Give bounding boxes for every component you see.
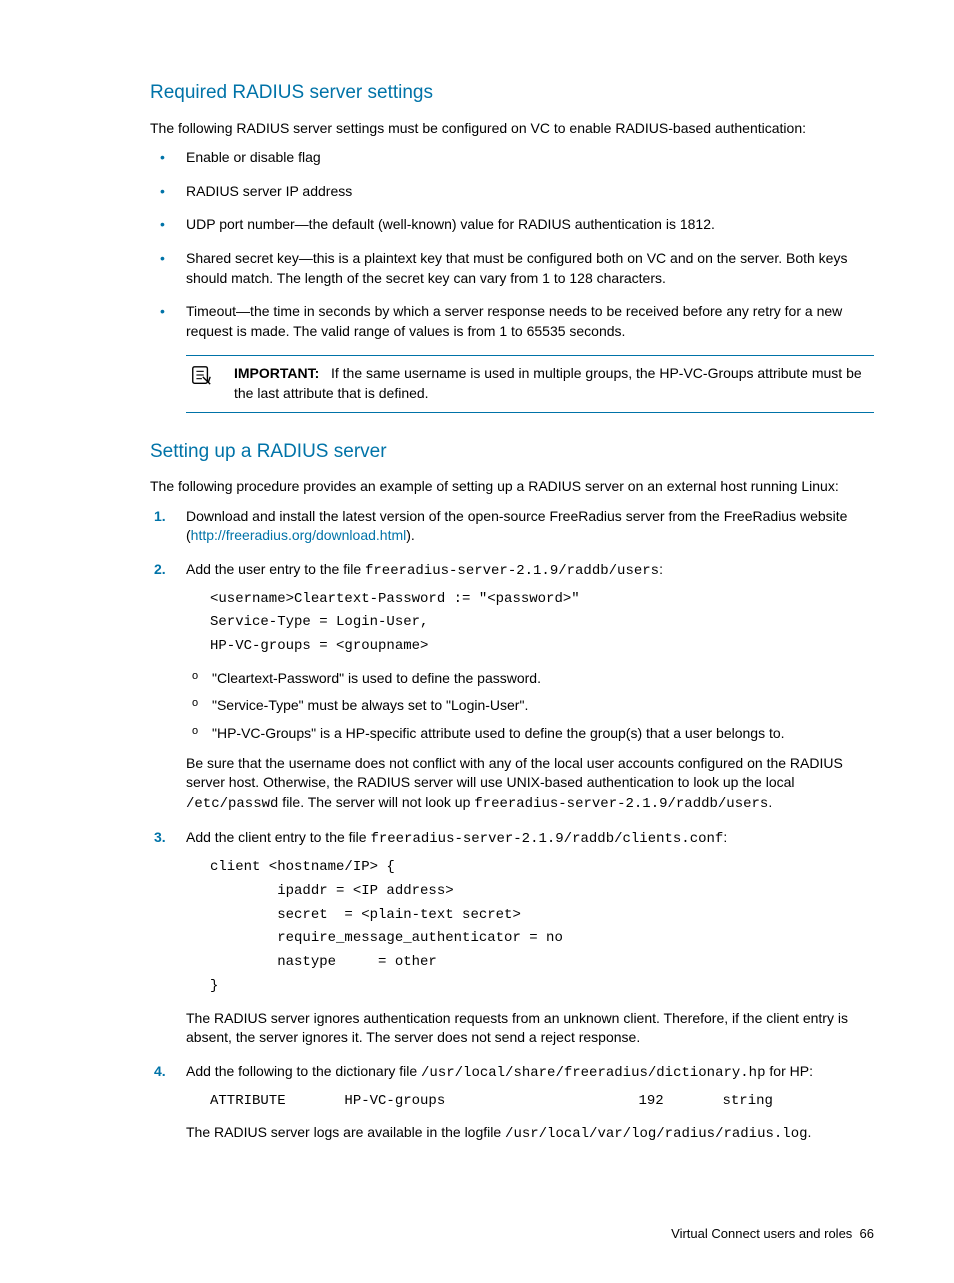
- text-span: Be sure that the username does not confl…: [186, 755, 843, 791]
- list-item: Enable or disable flag: [150, 148, 874, 168]
- sub-item: "HP-VC-Groups" is a HP-specific attribut…: [186, 724, 874, 744]
- list-item: RADIUS server IP address: [150, 182, 874, 202]
- step3-paragraph: The RADIUS server ignores authentication…: [186, 1009, 874, 1048]
- step2-code-block: <username>Cleartext-Password := "<passwo…: [210, 588, 874, 659]
- note-icon: [190, 364, 212, 386]
- step2-text-post: :: [659, 561, 663, 577]
- list-item: UDP port number—the default (well-known)…: [150, 215, 874, 235]
- step3-text-pre: Add the client entry to the file: [186, 829, 370, 845]
- step1-text-post: ).: [406, 527, 415, 543]
- list-item: Shared secret key—this is a plaintext ke…: [150, 249, 874, 288]
- heading-required-radius: Required RADIUS server settings: [150, 80, 874, 107]
- important-note: IMPORTANT: If the same username is used …: [186, 355, 874, 412]
- step4-paragraph: The RADIUS server logs are available in …: [186, 1123, 874, 1145]
- steps-list: Download and install the latest version …: [150, 507, 874, 1145]
- step-2: Add the user entry to the file freeradiu…: [150, 560, 874, 815]
- note-text: If the same username is used in multiple…: [234, 365, 862, 401]
- intro-paragraph: The following RADIUS server settings mus…: [150, 119, 874, 139]
- step3-file: freeradius-server-2.1.9/raddb/clients.co…: [370, 831, 723, 847]
- freeradius-link[interactable]: http://freeradius.org/download.html: [191, 527, 407, 543]
- step-3: Add the client entry to the file freerad…: [150, 828, 874, 1048]
- step-1: Download and install the latest version …: [150, 507, 874, 546]
- code-span: /etc/passwd: [186, 796, 278, 812]
- sub-item: "Cleartext-Password" is used to define t…: [186, 669, 874, 689]
- section2-intro: The following procedure provides an exam…: [150, 477, 874, 497]
- sub-item: "Service-Type" must be always set to "Lo…: [186, 696, 874, 716]
- code-span: /usr/local/var/log/radius/radius.log: [505, 1126, 807, 1142]
- code-span: freeradius-server-2.1.9/raddb/users: [474, 796, 768, 812]
- settings-bullet-list: Enable or disable flag RADIUS server IP …: [150, 148, 874, 341]
- step2-text-pre: Add the user entry to the file: [186, 561, 365, 577]
- text-span: The RADIUS server logs are available in …: [186, 1124, 505, 1140]
- step4-file: /usr/local/share/freeradius/dictionary.h…: [421, 1065, 765, 1081]
- step-4: Add the following to the dictionary file…: [150, 1062, 874, 1145]
- text-span: .: [808, 1124, 812, 1140]
- text-span: file. The server will not look up: [278, 794, 474, 810]
- footer-section: Virtual Connect users and roles: [671, 1226, 852, 1241]
- step4-text-post: for HP:: [766, 1063, 813, 1079]
- note-body: IMPORTANT: If the same username is used …: [234, 365, 862, 401]
- step2-paragraph: Be sure that the username does not confl…: [186, 754, 874, 815]
- step3-text-post: :: [723, 829, 727, 845]
- text-span: .: [768, 794, 772, 810]
- list-item: Timeout—the time in seconds by which a s…: [150, 302, 874, 341]
- footer-page-number: 66: [860, 1226, 874, 1241]
- step2-file: freeradius-server-2.1.9/raddb/users: [365, 563, 659, 579]
- step4-text-pre: Add the following to the dictionary file: [186, 1063, 421, 1079]
- step3-code-block: client <hostname/IP> { ipaddr = <IP addr…: [210, 856, 874, 999]
- heading-setting-up-radius: Setting up a RADIUS server: [150, 439, 874, 466]
- page-footer: Virtual Connect users and roles 66: [150, 1225, 874, 1243]
- note-label: IMPORTANT:: [234, 365, 319, 381]
- step4-code-block: ATTRIBUTE HP-VC-groups 192 string: [210, 1090, 874, 1114]
- step2-sublist: "Cleartext-Password" is used to define t…: [186, 669, 874, 744]
